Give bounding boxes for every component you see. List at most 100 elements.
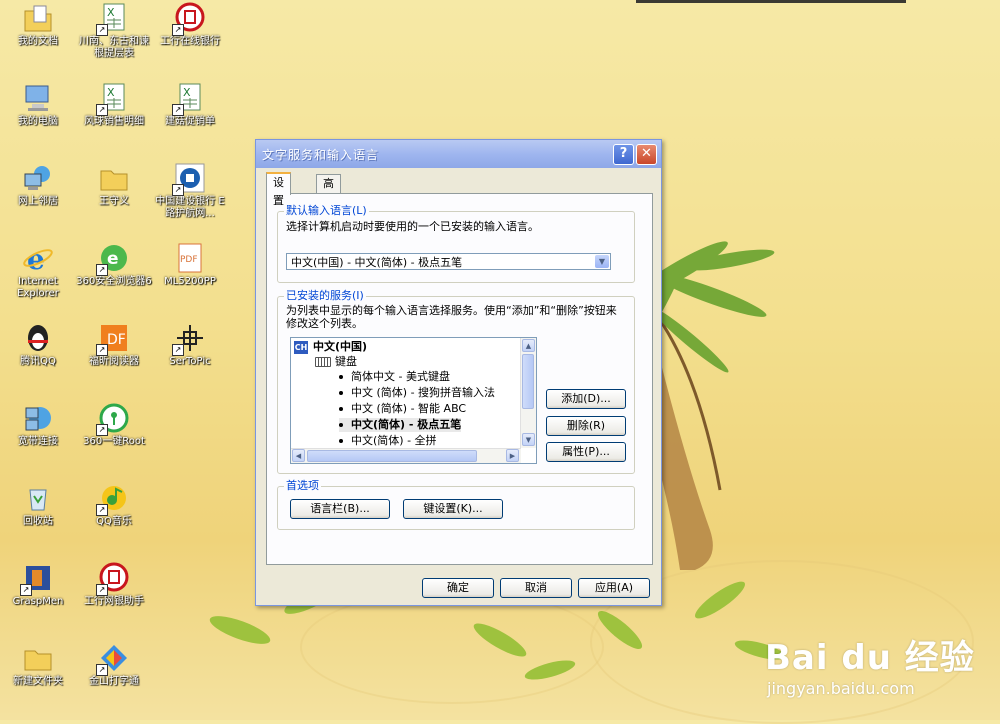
desktop-icon-pdf[interactable]: PDF ML5200PP (152, 242, 228, 288)
desktop-icon-graspmen[interactable]: ↗ GraspMen (0, 562, 76, 608)
tree-item-label: 中文(简体) - 全拼 (351, 434, 437, 447)
network-computers-icon (22, 162, 54, 194)
tree-horizontal-scrollbar[interactable]: ◀ ▶ (291, 448, 521, 463)
desktop-icon-qqmusic[interactable]: ↗ QQ音乐 (76, 482, 152, 528)
language-bar-button[interactable]: 语言栏(B)... (290, 499, 390, 519)
desktop-icon-network[interactable]: 网上邻居 (0, 162, 76, 208)
desktop-icon-qq[interactable]: 腾讯QQ (0, 322, 76, 368)
desktop-icon-sertopic[interactable]: ↗ SerToPic (152, 322, 228, 368)
desktop-icon-ie[interactable]: e Internet Explorer (0, 242, 76, 300)
chevron-down-icon[interactable]: ▼ (595, 255, 609, 268)
help-button[interactable]: ? (613, 144, 634, 165)
key-settings-button[interactable]: 键设置(K)... (403, 499, 503, 519)
icbc-logo-icon: ↗ (172, 2, 206, 36)
desktop-icon-new-folder[interactable]: 新建文件夹 (0, 642, 76, 688)
tree-category-row[interactable]: 键盘 (315, 355, 357, 369)
tree-item[interactable]: 中文(简体) - 全拼 (339, 434, 437, 448)
qq-penguin-icon (22, 322, 54, 354)
tree-language-row[interactable]: CH 中文(中国) (294, 340, 367, 354)
default-language-select[interactable]: 中文(中国) - 中文(简体) - 极点五笔 ▼ (286, 253, 611, 270)
dialog-title: 文字服务和输入语言 (262, 147, 380, 162)
dialog-titlebar[interactable]: 文字服务和输入语言 ? ✕ (256, 140, 661, 168)
default-language-description: 选择计算机启动时要使用的一个已安装的输入语言。 (286, 220, 539, 233)
svg-text:e: e (27, 243, 45, 274)
icbc-logo-icon: ↗ (96, 562, 130, 596)
scroll-thumb[interactable] (522, 354, 534, 409)
scroll-down-icon[interactable]: ▼ (522, 433, 535, 446)
installed-services-description: 为列表中显示的每个输入语言选择服务。使用“添加”和“删除”按钮来修改这个列表。 (286, 304, 617, 330)
tab-advanced[interactable]: 高级 (316, 174, 341, 208)
desktop-icon-folder-wang[interactable]: 王守义 (76, 162, 152, 208)
preferences-legend: 首选项 (284, 479, 321, 493)
add-button[interactable]: 添加(D)... (546, 389, 626, 409)
desktop-icon-label: ML5200PP (164, 276, 216, 287)
desktop-icon-icbc-online[interactable]: ↗ 工行在线银行 (152, 2, 228, 48)
crosshair-icon: ↗ (172, 322, 206, 356)
tree-item-label: 简体中文 - 美式键盘 (351, 370, 450, 383)
default-language-legend: 默认输入语言(L) (284, 204, 369, 218)
tree-item-label: 中文(简体) - 极点五笔 (351, 418, 462, 431)
scroll-up-icon[interactable]: ▲ (522, 339, 535, 352)
desktop-icon-icbc-helper[interactable]: ↗ 工行网银助手 (76, 562, 152, 608)
cancel-button[interactable]: 取消 (500, 578, 572, 598)
remove-button[interactable]: 删除(R) (546, 416, 626, 436)
keyboard-icon (315, 357, 331, 367)
360-root-icon: ↗ (96, 402, 130, 436)
network-connection-icon (22, 402, 54, 434)
installed-services-legend: 已安装的服务(I) (284, 289, 366, 303)
desktop-icon-broadband[interactable]: 宽带连接 (0, 402, 76, 448)
top-dark-bar (636, 0, 906, 3)
watermark-brand: Bai du 经验 (765, 638, 975, 678)
desktop-icon-excel-sheet[interactable]: X ↗ 川南、东古和谏根提层表 (76, 2, 152, 60)
computer-icon (22, 82, 54, 114)
properties-button[interactable]: 属性(P)... (546, 442, 626, 462)
desktop-icon-label: SerToPic (169, 356, 211, 367)
shortcut-arrow-icon: ↗ (96, 264, 108, 276)
tree-item[interactable]: 简体中文 - 美式键盘 (339, 370, 450, 384)
desktop-icon-excel-sales[interactable]: X ↗ 风球销售明细 (76, 82, 152, 128)
scroll-right-icon[interactable]: ▶ (506, 449, 519, 462)
desktop-icon-my-computer[interactable]: 我的电脑 (0, 82, 76, 128)
svg-text:X: X (183, 86, 191, 99)
desktop-icon-typing[interactable]: ↗ 金山打字通 (76, 642, 152, 688)
tree-item-selected[interactable]: 中文(简体) - 极点五笔 (339, 418, 462, 432)
bullet-icon (339, 407, 343, 411)
scroll-thumb[interactable] (307, 450, 477, 462)
tab-settings[interactable]: 设置 (266, 172, 291, 207)
desktop-icon-label: 风球销售明细 (84, 116, 144, 127)
close-button[interactable]: ✕ (636, 144, 657, 165)
scroll-left-icon[interactable]: ◀ (292, 449, 305, 462)
desktop-icon-360-browser[interactable]: e ↗ 360安全浏览器6 (76, 242, 152, 288)
installed-services-tree[interactable]: CH 中文(中国) 键盘 简体中文 - 美式键盘 中文 (简体) - 搜狗拼音输入… (290, 337, 537, 464)
help-icon: ? (619, 146, 628, 161)
watermark-url: jingyan.baidu.com (767, 679, 915, 698)
shortcut-arrow-icon: ↗ (96, 104, 108, 116)
svg-text:e: e (107, 249, 119, 269)
tree-item-label: 中文 (简体) - 智能 ABC (351, 402, 467, 415)
desktop-icon-label: 腾讯QQ (20, 356, 56, 367)
tree-language-label: 中文(中国) (313, 340, 368, 353)
tree-item[interactable]: 中文 (简体) - 搜狗拼音输入法 (339, 386, 495, 400)
desktop-icon-my-documents[interactable]: 我的文档 (0, 2, 76, 48)
tree-item-label: 中文 (简体) - 搜狗拼音输入法 (351, 386, 496, 399)
excel-file-icon: X ↗ (96, 2, 130, 36)
tree-vertical-scrollbar[interactable]: ▲ ▼ (520, 338, 536, 448)
bullet-icon (339, 391, 343, 395)
tree-item[interactable]: 中文 (简体) - 智能 ABC (339, 402, 466, 416)
shortcut-arrow-icon: ↗ (172, 184, 184, 196)
apply-button[interactable]: 应用(A) (578, 578, 650, 598)
desktop-icon-ccb[interactable]: ↗ 中国建设银行 E路护航网... (152, 162, 228, 220)
desktop-icon-recycle-bin[interactable]: 回收站 (0, 482, 76, 528)
desktop-icon-360root[interactable]: ↗ 360一键Root (76, 402, 152, 448)
bullet-icon (339, 375, 343, 379)
ok-button[interactable]: 确定 (422, 578, 494, 598)
shortcut-arrow-icon: ↗ (96, 664, 108, 676)
desktop-icon-foxit[interactable]: DF ↗ 福昕阅读器 (76, 322, 152, 368)
desktop-icon-label: 网上邻居 (18, 196, 58, 207)
internet-explorer-icon: e (22, 242, 54, 276)
desktop-icon-label: 工行网银助手 (84, 596, 144, 607)
desktop-icon-excel-promo[interactable]: X ↗ 建菇促销单 (152, 82, 228, 128)
text-services-dialog: 文字服务和输入语言 ? ✕ 设置 高级 默认输入语言(L) 选择计算机启动时要使… (255, 139, 662, 606)
kingsoft-typing-icon: ↗ (96, 642, 130, 676)
shortcut-arrow-icon: ↗ (172, 344, 184, 356)
